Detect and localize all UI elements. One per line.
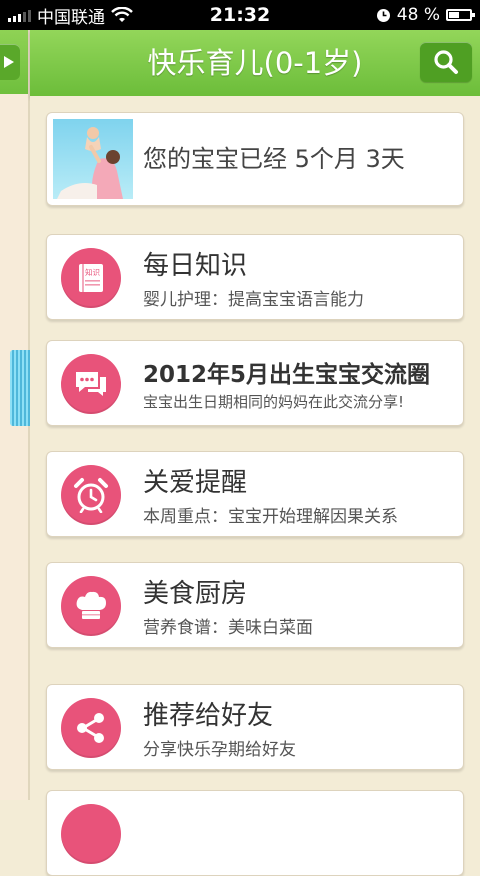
status-left: 中国联通	[8, 3, 133, 28]
menu-item-care-reminder[interactable]: 关爱提醒 本周重点：宝宝开始理解因果关系	[46, 451, 464, 537]
search-icon	[434, 50, 458, 74]
status-bar: 中国联通 21:32 48 %	[0, 0, 480, 30]
baby-photo	[53, 119, 133, 199]
menu-item-title: 推荐给好友	[143, 701, 274, 731]
menu-item-subtitle: 营养食谱：美味白菜面	[143, 618, 313, 638]
baby-age-text: 您的宝宝已经 5个月 3天	[143, 145, 405, 173]
menu-item-title: 2012年5月出生宝宝交流圈	[143, 362, 431, 388]
alarm-clock-icon	[74, 478, 108, 513]
menu-item-daily-knowledge[interactable]: 知识 每日知识 婴儿护理：提高宝宝语言能力	[46, 234, 464, 320]
app-header: 快乐育儿(0-1岁)	[30, 30, 480, 97]
menu-item-subtitle: 婴儿护理：提高宝宝语言能力	[143, 290, 364, 310]
wifi-icon	[111, 7, 133, 22]
icon-circle	[61, 576, 121, 636]
drawer-toggle-button[interactable]	[0, 44, 20, 80]
menu-item-subtitle: 本周重点：宝宝开始理解因果关系	[143, 507, 398, 527]
icon-circle	[61, 354, 121, 414]
battery-icon	[446, 9, 475, 21]
menu-item-title: 关爱提醒	[143, 468, 248, 498]
menu-item-partial[interactable]	[46, 790, 464, 876]
page-title: 快乐育儿(0-1岁)	[147, 46, 363, 80]
book-badge: 知识	[85, 267, 100, 277]
status-right: 48 %	[376, 5, 475, 25]
alarm-status-icon	[376, 8, 390, 22]
menu-item-subtitle: 分享快乐孕期给好友	[143, 740, 296, 760]
icon-circle	[61, 465, 121, 525]
menu-item-food-kitchen[interactable]: 美食厨房 营养食谱：美味白菜面	[46, 562, 464, 648]
signal-icon	[8, 8, 31, 22]
icon-circle	[61, 698, 121, 758]
menu-toggle-icon	[4, 56, 14, 68]
side-drawer-strip	[0, 30, 30, 800]
drawer-drag-handle[interactable]	[10, 350, 30, 426]
chat-icon	[76, 372, 106, 396]
menu-item-subtitle: 宝宝出生日期相同的妈妈在此交流分享!	[143, 393, 405, 411]
chef-hat-icon	[76, 591, 106, 619]
carrier-name: 中国联通	[37, 7, 105, 28]
share-icon	[77, 713, 104, 743]
icon-circle	[61, 804, 121, 864]
book-icon: 知识	[79, 264, 103, 292]
icon-circle: 知识	[61, 248, 121, 308]
menu-item-birth-group[interactable]: 2012年5月出生宝宝交流圈 宝宝出生日期相同的妈妈在此交流分享!	[46, 340, 464, 426]
baby-profile-card[interactable]: 您的宝宝已经 5个月 3天	[46, 112, 464, 206]
battery-percent: 48 %	[396, 5, 440, 25]
menu-item-title: 美食厨房	[143, 579, 248, 609]
search-button[interactable]	[420, 42, 472, 82]
menu-item-title: 每日知识	[143, 251, 248, 281]
main-content: 您的宝宝已经 5个月 3天 知识 每日知识 婴儿护理：提高宝宝语言能力 2012…	[30, 96, 480, 876]
menu-item-recommend[interactable]: 推荐给好友 分享快乐孕期给好友	[46, 684, 464, 770]
